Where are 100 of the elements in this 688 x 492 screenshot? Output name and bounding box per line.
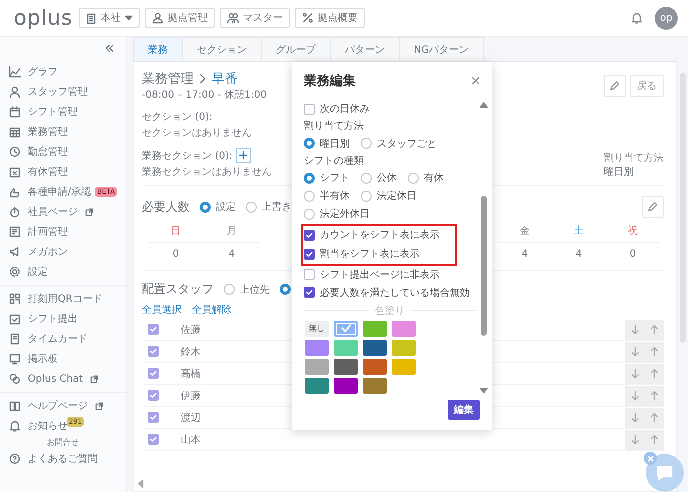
color-swatch[interactable] — [334, 358, 358, 375]
staff-name: 伊藤 — [181, 390, 201, 402]
sidebar-item[interactable]: シフト管理 — [0, 102, 126, 122]
field-label: 割り当て方法 — [304, 120, 365, 134]
bell-icon[interactable] — [631, 12, 642, 24]
no-color-option[interactable]: 無し — [305, 320, 329, 337]
radio-button[interactable] — [304, 172, 315, 184]
checkbox[interactable] — [304, 248, 315, 260]
edit-button[interactable] — [604, 75, 626, 97]
radio-button[interactable] — [304, 190, 315, 202]
color-swatch[interactable] — [392, 358, 416, 375]
checkbox-label: シフト提出ページに非表示 — [320, 268, 440, 282]
day-header: 土 — [552, 218, 606, 243]
edit-button[interactable] — [642, 196, 664, 218]
header-button[interactable]: マスター — [220, 8, 290, 28]
radio-button[interactable] — [361, 190, 372, 202]
tab[interactable]: NGパターン — [399, 37, 484, 61]
move-up-button[interactable] — [644, 342, 664, 362]
sidebar-item[interactable]: 勤怠管理 — [0, 142, 126, 162]
checkbox[interactable] — [304, 230, 315, 241]
sidebar-item[interactable]: スタッフ管理 — [0, 82, 126, 102]
sidebar-item[interactable]: タイムカード — [0, 329, 126, 349]
close-button[interactable] — [470, 75, 482, 87]
radio-button[interactable] — [361, 138, 372, 150]
sidebar-item[interactable]: よくあるご質問 — [0, 449, 126, 469]
checkbox[interactable] — [148, 368, 159, 379]
move-down-button[interactable] — [625, 430, 645, 450]
color-swatch[interactable] — [305, 358, 329, 375]
move-down-button[interactable] — [625, 320, 645, 340]
move-down-button[interactable] — [625, 408, 645, 428]
header-button[interactable]: 拠点概要 — [295, 8, 365, 28]
radio-label: スタッフごと — [377, 138, 437, 151]
back-button[interactable]: 戻る — [630, 75, 664, 97]
color-swatch[interactable] — [392, 340, 416, 356]
submit-button[interactable]: 編集 — [448, 400, 480, 420]
checkbox-label: 次の日休み — [320, 103, 370, 116]
sidebar-item[interactable]: 社員ページ — [0, 202, 126, 222]
radio-label: シフト — [320, 172, 350, 186]
select-all-link[interactable]: 全員選択 — [142, 303, 182, 317]
move-up-button[interactable] — [644, 364, 664, 384]
radio-button[interactable] — [224, 284, 235, 295]
check-icon — [149, 347, 158, 356]
sidebar-item[interactable]: 設定 — [0, 262, 126, 282]
radio-button[interactable] — [246, 202, 257, 212]
color-swatch[interactable] — [392, 320, 416, 337]
caret-icon — [125, 14, 133, 22]
color-swatch[interactable] — [363, 378, 387, 394]
move-up-button[interactable] — [644, 320, 664, 340]
move-up-button[interactable] — [644, 386, 664, 406]
sidebar-item[interactable]: シフト提出 — [0, 309, 126, 329]
color-swatch[interactable] — [334, 320, 358, 337]
color-swatch[interactable] — [305, 340, 329, 356]
sidebar-item[interactable]: ヘルプページ — [0, 396, 126, 416]
color-swatch[interactable] — [363, 358, 387, 375]
tab[interactable]: 業務 — [133, 37, 183, 61]
radio-button[interactable] — [280, 284, 291, 295]
sidebar-item[interactable]: グラフ — [0, 62, 126, 82]
radio-button[interactable] — [304, 208, 315, 220]
sidebar-item[interactable]: 打刻用QRコード — [0, 289, 126, 309]
radio-button[interactable] — [408, 172, 419, 184]
checkbox[interactable] — [304, 287, 315, 298]
checkbox-label: 割当をシフト表に表示 — [320, 248, 420, 262]
checkbox[interactable] — [148, 390, 159, 401]
checkbox[interactable] — [148, 346, 159, 357]
gear-icon — [9, 266, 21, 278]
checkbox[interactable] — [148, 324, 159, 335]
move-down-button[interactable] — [625, 364, 645, 384]
sidebar-item[interactable]: Oplus Chat — [0, 369, 126, 389]
dialog-title: 業務編集 — [304, 73, 356, 90]
branch-dropdown[interactable]: 本社 — [79, 8, 140, 28]
sidebar-item[interactable]: メガホン — [0, 242, 126, 262]
move-down-button[interactable] — [625, 386, 645, 406]
radio-button[interactable] — [200, 202, 211, 212]
sidebar-item[interactable]: 有休管理 — [0, 162, 126, 182]
checkbox[interactable] — [304, 104, 315, 115]
sidebar-item[interactable]: 掲示板 — [0, 349, 126, 369]
timecard-icon — [9, 333, 21, 345]
radio-button[interactable] — [361, 172, 372, 184]
sidebar-item[interactable]: 業務管理 — [0, 122, 126, 142]
radio-button[interactable] — [304, 138, 315, 150]
arrow-down-icon — [630, 324, 640, 334]
move-down-button[interactable] — [625, 342, 645, 362]
color-swatch[interactable] — [363, 340, 387, 356]
color-swatch[interactable] — [334, 378, 358, 394]
calendar-check-icon — [9, 313, 21, 325]
deselect-all-link[interactable]: 全員解除 — [192, 303, 232, 317]
checkbox[interactable] — [148, 412, 159, 423]
sidebar-item[interactable]: 計画管理 — [0, 222, 126, 242]
checkbox[interactable] — [148, 434, 159, 445]
avatar[interactable]: op — [655, 6, 678, 30]
breadcrumb-link[interactable]: 業務管理 — [142, 70, 194, 88]
checkbox[interactable] — [304, 269, 315, 280]
color-swatch[interactable] — [305, 378, 329, 394]
move-up-button[interactable] — [644, 408, 664, 428]
radio-label: 法定休日 — [377, 190, 417, 204]
color-swatch[interactable] — [363, 320, 387, 337]
color-swatch[interactable] — [334, 340, 358, 356]
header-button[interactable]: 拠点管理 — [145, 8, 215, 28]
move-up-button[interactable] — [644, 430, 664, 450]
add-button[interactable] — [236, 148, 251, 163]
